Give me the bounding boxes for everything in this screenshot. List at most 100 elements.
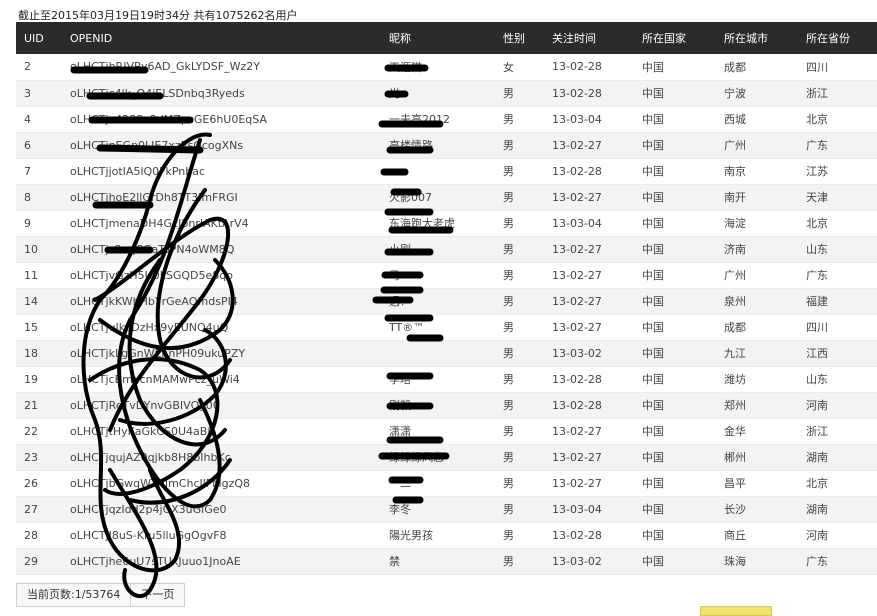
cell-country: 中国 — [634, 496, 716, 523]
cell-openid: oLHCTjJ8uS-Kru5lluGgOgvF8 — [62, 522, 381, 549]
cell-openid: oLHCTjs8uqCGaToPN4oWM8Q — [62, 236, 381, 263]
cell-openid: oLHCTjhe6uU7sTUxJuuo1JnoAE — [62, 548, 381, 575]
cell-gender: 男 — [495, 470, 544, 497]
cell-city: 昌平 — [716, 470, 798, 497]
cell-city: 成都 — [716, 314, 798, 341]
cell-uid: 11 — [16, 262, 62, 289]
cell-gender: 男 — [495, 262, 544, 289]
cell-openid: oLHCTjnEGp0LIE7xzEsGcogXNs — [62, 132, 381, 159]
table-row: 2 oLHCTjhRIVRy6AD_GkLYDSF_Wz2Y 天涯猫女 13-02-2… — [16, 54, 877, 81]
cell-nickname: 一二 — [381, 470, 495, 497]
cell-gender: 男 — [495, 210, 544, 237]
cell-uid: 18 — [16, 340, 62, 367]
cell-openid: oLHCTjqujAZ0qjkb8H8bIhbKc — [62, 444, 381, 471]
cell-country: 中国 — [634, 158, 716, 185]
cell-gender: 男 — [495, 548, 544, 575]
next-page-button[interactable]: 下一页 — [131, 583, 186, 607]
header-col-country: 所在国家 — [642, 32, 686, 45]
cell-follow-time: 13-02-27 — [544, 314, 634, 341]
cell-gender: 男 — [495, 366, 544, 393]
table-row: 27 oLHCTjqzIdd2p4jGX3uGlGe0 李冬男 13-03-04 中国长… — [16, 496, 877, 523]
cell-country: 中国 — [634, 210, 716, 237]
cell-city: 海淀 — [716, 210, 798, 237]
cell-openid: oLHCTjcBmYcnMAMwPcz_uWi4 — [62, 366, 381, 393]
cell-country: 中国 — [634, 548, 716, 575]
cell-gender: 男 — [495, 288, 544, 315]
cell-follow-time: 13-02-27 — [544, 236, 634, 263]
cell-uid: 7 — [16, 158, 62, 185]
table-row: 26 oLHCTjbGwqWTwJmChcJlFMgzQ8 一二男 13-02-27 中… — [16, 470, 877, 497]
cell-gender: 女 — [495, 54, 544, 81]
cell-uid: 3 — [16, 80, 62, 107]
cell-uid: 2 — [16, 54, 62, 81]
cell-follow-time: 13-02-27 — [544, 262, 634, 289]
table-row: 22 oLHCTjtHyKaGkCS0U4aBJI 潇潇男 13-02-27 中国 金华浙… — [16, 418, 877, 445]
cell-province: 浙江 — [798, 80, 877, 107]
cell-gender: 男 — [495, 418, 544, 445]
cell-follow-time: 13-02-27 — [544, 418, 634, 445]
cell-nickname: 李培 — [381, 366, 495, 393]
cell-city: 郑州 — [716, 392, 798, 419]
cell-country: 中国 — [634, 392, 716, 419]
cell-city: 成都 — [716, 54, 798, 81]
cell-nickname: 天涯猫 — [381, 54, 495, 81]
cell-nickname — [381, 340, 495, 367]
table-row: 29 oLHCTjhe6uU7sTUxJuuo1JnoAE 禁男 13-03-02 中国… — [16, 548, 877, 575]
cell-province: 山东 — [798, 366, 877, 393]
cell-uid: 14 — [16, 288, 62, 315]
cell-uid: 19 — [16, 366, 62, 393]
cell-nickname: 东海跑大老虎 — [381, 210, 495, 237]
header-col-city: 所在城市 — [724, 32, 768, 45]
cell-city: 长沙 — [716, 496, 798, 523]
header-col-follow-time: 关注时间 — [552, 32, 596, 45]
cell-country: 中国 — [634, 522, 716, 549]
cell-gender: 男 — [495, 106, 544, 133]
cell-province: 河南 — [798, 392, 877, 419]
cell-openid: oLHCTjtHyKaGkCS0U4aBJI — [62, 418, 381, 445]
cell-nickname: n — [381, 158, 495, 185]
cell-province: 北京 — [798, 210, 877, 237]
cell-country: 中国 — [634, 314, 716, 341]
cell-uid: 23 — [16, 444, 62, 471]
cell-follow-time: 13-02-28 — [544, 80, 634, 107]
cell-city: 潍坊 — [716, 366, 798, 393]
cell-nickname: 潇潇 — [381, 418, 495, 445]
table-row: 28 oLHCTjJ8uS-Kru5lluGgOgvF8 陽光男孩男 13-02-28… — [16, 522, 877, 549]
cell-gender: 男 — [495, 496, 544, 523]
cell-openid: oLHCTjkKWhHbYrGeAOfndsPI4 — [62, 288, 381, 315]
cell-follow-time: 13-02-27 — [544, 288, 634, 315]
cell-city: 广州 — [716, 262, 798, 289]
cell-follow-time: 13-02-28 — [544, 158, 634, 185]
cell-nickname: TT®™ — [381, 314, 495, 341]
cell-follow-time: 13-03-04 — [544, 210, 634, 237]
table-row: 8 oLHCTjhoE2llGrDh8TT3ImFRGI 火影007 男 13-02-2… — [16, 184, 877, 211]
cell-nickname: 禁 — [381, 548, 495, 575]
cell-uid: 4 — [16, 106, 62, 133]
cell-nickname: 马 — [381, 262, 495, 289]
cell-country: 中国 — [634, 366, 716, 393]
pagination: 当前页数:1/53764 下一页 — [16, 583, 186, 607]
cell-country: 中国 — [634, 184, 716, 211]
cell-city: 金华 — [716, 418, 798, 445]
cell-openid: oLHCTjbGwqWTwJmChcJlFMgzQ8 — [62, 470, 381, 497]
header-col-uid: UID — [24, 31, 44, 45]
cell-country: 中国 — [634, 470, 716, 497]
cell-province: 河南 — [798, 522, 877, 549]
cell-city: 商丘 — [716, 522, 798, 549]
cell-country: 中国 — [634, 262, 716, 289]
table-row: 3 oLHCTjc4lk_Q4jELSDnbq3Ryeds 光男 13-02-28 中国… — [16, 80, 877, 107]
cell-gender: 男 — [495, 522, 544, 549]
cell-country: 中国 — [634, 444, 716, 471]
header-col-gender: 性别 — [503, 32, 525, 45]
cell-nickname: 遇？ — [381, 288, 495, 315]
cell-city: 广州 — [716, 132, 798, 159]
cell-country: 中国 — [634, 236, 716, 263]
cell-openid: oLHCTjmenaDH4GcJbnrIAKtArV4 — [62, 210, 381, 237]
cell-uid: 9 — [16, 210, 62, 237]
cell-province: 北京 — [798, 106, 877, 133]
cell-nickname: 小刚 — [381, 236, 495, 263]
table-row: 21 oLHCTjReTvDYnvGBIVQy00 刚毅男 13-02-28 中国 郑州河… — [16, 392, 877, 419]
cell-follow-time: 13-02-28 — [544, 366, 634, 393]
current-page-indicator: 当前页数:1/53764 — [16, 583, 132, 607]
user-count-summary: 截止至2015年03月19日19时34分 共有1075262名用户 — [18, 9, 298, 22]
